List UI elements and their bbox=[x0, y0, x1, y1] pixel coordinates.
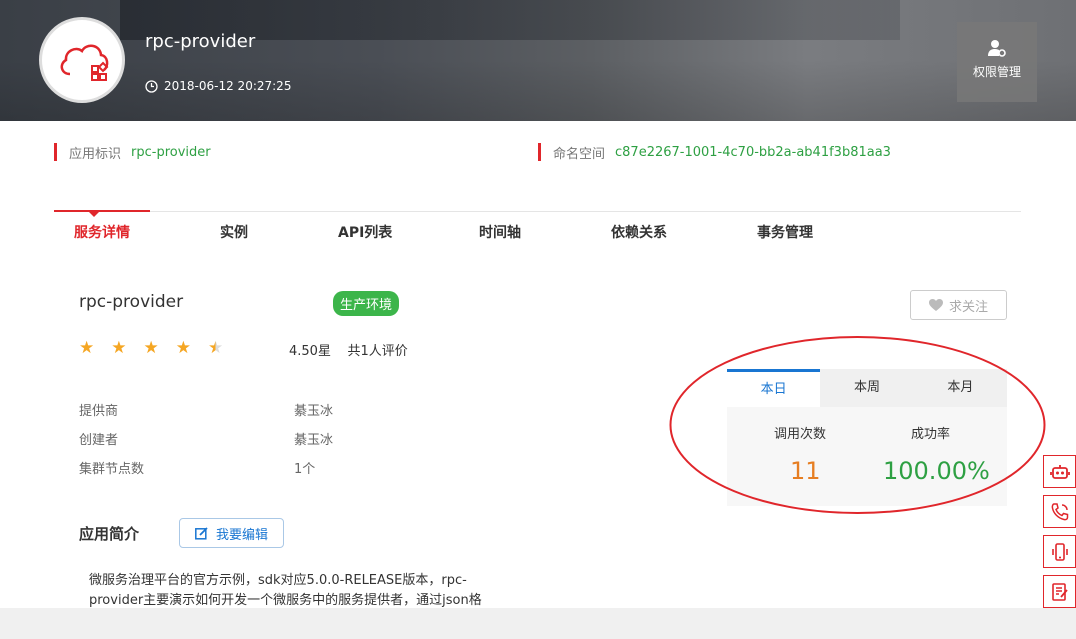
field-label: 集群节点数 bbox=[79, 462, 145, 477]
field-value: 1个 bbox=[294, 462, 316, 477]
follow-button[interactable]: 求关注 bbox=[910, 290, 1007, 320]
robot-icon bbox=[1049, 464, 1070, 479]
highlight-ellipse bbox=[669, 336, 1046, 514]
app-title: rpc-provider bbox=[145, 31, 256, 52]
clock-icon bbox=[145, 79, 158, 93]
field-value: 綦玉冰 bbox=[294, 433, 334, 448]
app-logo bbox=[39, 17, 125, 103]
tabs-divider bbox=[54, 211, 1021, 212]
robot-button[interactable] bbox=[1043, 455, 1076, 488]
review-count: 共1人评价 bbox=[347, 344, 408, 359]
tab-instances[interactable]: 实例 bbox=[220, 222, 248, 242]
notes-button[interactable] bbox=[1043, 575, 1076, 608]
active-tab-indicator bbox=[54, 210, 150, 212]
tab-timeline[interactable]: 时间轴 bbox=[479, 222, 521, 242]
env-badge: 生产环境 bbox=[333, 291, 400, 316]
heart-icon bbox=[928, 298, 943, 311]
edit-button[interactable]: 我要编辑 bbox=[179, 518, 284, 548]
notes-icon bbox=[1051, 582, 1068, 601]
permission-button-label: 权限管理 bbox=[972, 65, 1021, 79]
rating-stars: ★ ★ ★ ★ ★ bbox=[79, 339, 223, 357]
follow-button-label: 求关注 bbox=[948, 299, 988, 315]
intro-text: 微服务治理平台的官方示例，sdk对应5.0.0-RELEASE版本，rpc-pr… bbox=[89, 573, 482, 608]
accent-bar bbox=[54, 143, 57, 161]
field-label: 创建者 bbox=[79, 433, 119, 448]
star-icon: ★ bbox=[111, 338, 127, 358]
active-tab-caret bbox=[89, 212, 99, 217]
phone-icon bbox=[1051, 502, 1068, 520]
tab-service-details[interactable]: 服务详情 bbox=[74, 222, 130, 242]
namespace-label: 命名空间 bbox=[553, 146, 606, 162]
app-id-row: 应用标识 rpc-provider bbox=[54, 142, 211, 162]
rating-text: 4.50星 bbox=[289, 344, 331, 359]
star-icon: ★ bbox=[175, 338, 191, 358]
tab-api-list[interactable]: API列表 bbox=[338, 222, 392, 242]
star-icon: ★ bbox=[79, 338, 95, 358]
accent-bar bbox=[538, 143, 541, 161]
mobile-icon bbox=[1051, 542, 1068, 561]
field-label: 提供商 bbox=[79, 404, 119, 419]
bottom-bar bbox=[0, 608, 1076, 639]
namespace-value: c87e2267-1001-4c70-bb2a-ab41f3b81aa3 bbox=[615, 144, 891, 160]
cloud-app-icon bbox=[60, 44, 109, 81]
phone-button[interactable] bbox=[1043, 495, 1076, 528]
app-timestamp: 2018-06-12 20:27:25 bbox=[145, 79, 291, 93]
star-icon: ★ bbox=[143, 338, 159, 358]
intro-title: 应用简介 bbox=[79, 525, 140, 543]
header-banner: rpc-provider 2018-06-12 20:27:25 权限管理 bbox=[0, 0, 1076, 121]
permission-button[interactable]: 权限管理 bbox=[957, 22, 1037, 102]
service-name: rpc-provider bbox=[79, 292, 184, 312]
edit-icon bbox=[195, 526, 208, 540]
user-settings-icon bbox=[988, 40, 1006, 57]
app-id-value: rpc-provider bbox=[131, 144, 211, 160]
namespace-row: 命名空间 c87e2267-1001-4c70-bb2a-ab41f3b81aa… bbox=[538, 142, 891, 162]
field-value: 綦玉冰 bbox=[294, 404, 334, 419]
tab-dependencies[interactable]: 依赖关系 bbox=[611, 222, 667, 242]
app-id-label: 应用标识 bbox=[69, 146, 122, 162]
edit-button-label: 我要编辑 bbox=[215, 527, 268, 543]
half-star-icon: ★ bbox=[208, 338, 224, 358]
timestamp-text: 2018-06-12 20:27:25 bbox=[164, 79, 292, 93]
rating-summary: 4.50星 共1人评价 bbox=[289, 340, 408, 359]
tab-transactions[interactable]: 事务管理 bbox=[757, 222, 813, 242]
mobile-button[interactable] bbox=[1043, 535, 1076, 568]
